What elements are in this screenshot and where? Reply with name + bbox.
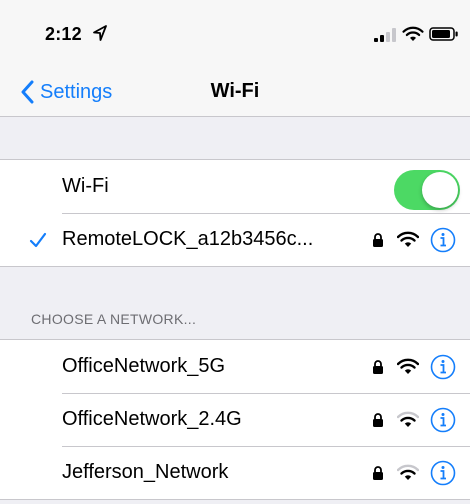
network-name: OfficeNetwork_2.4G xyxy=(62,408,242,430)
section-header: CHOOSE A NETWORK... xyxy=(31,311,197,327)
lock-icon xyxy=(373,466,383,480)
wifi-signal-partial-icon xyxy=(397,464,419,480)
connected-network-row[interactable]: RemoteLOCK_a12b3456c... xyxy=(0,213,470,266)
network-name: Jefferson_Network xyxy=(62,461,229,483)
toggle-knob xyxy=(422,172,458,208)
page-title: Wi-Fi xyxy=(210,80,260,102)
network-list: OfficeNetwork_5G OfficeNetwork_2.4G Jeff… xyxy=(0,339,470,500)
status-bar: 2:12 xyxy=(0,0,470,68)
network-row[interactable]: OfficeNetwork_5G xyxy=(0,340,470,393)
lock-icon xyxy=(373,233,383,247)
wifi-status-icon xyxy=(402,26,424,42)
wifi-toggle-row: Wi-Fi xyxy=(0,160,470,213)
network-name: RemoteLOCK_a12b3456c... xyxy=(62,228,314,250)
lock-icon xyxy=(373,413,383,427)
network-row[interactable]: Jefferson_Network xyxy=(0,446,470,499)
wifi-signal-full-icon xyxy=(397,231,419,247)
lock-icon xyxy=(373,360,383,374)
network-name: OfficeNetwork_5G xyxy=(62,355,226,377)
info-icon[interactable] xyxy=(430,354,456,380)
wifi-signal-partial-icon xyxy=(397,411,419,427)
checkmark-icon xyxy=(29,232,47,248)
wifi-group: Wi-Fi RemoteLOCK_a12b3456c... xyxy=(0,159,470,267)
navigation-bar: Settings Wi-Fi xyxy=(0,68,470,117)
wifi-toggle-label: Wi-Fi xyxy=(62,175,109,197)
location-arrow-icon xyxy=(93,25,107,41)
wifi-toggle[interactable] xyxy=(394,170,460,210)
status-time: 2:12 xyxy=(45,24,82,44)
info-icon[interactable] xyxy=(430,460,456,486)
cellular-signal-icon xyxy=(374,28,396,42)
battery-icon xyxy=(429,27,458,41)
network-row[interactable]: OfficeNetwork_2.4G xyxy=(0,393,470,446)
info-icon[interactable] xyxy=(430,227,456,253)
wifi-signal-full-icon xyxy=(397,358,419,374)
info-icon[interactable] xyxy=(430,407,456,433)
